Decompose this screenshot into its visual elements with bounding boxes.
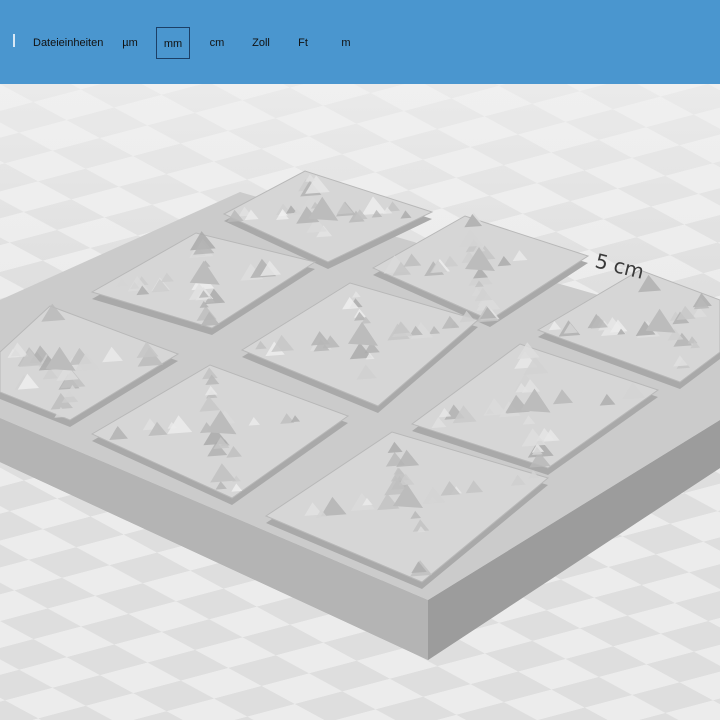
toolbar-edge-marker — [13, 34, 15, 47]
unit-cm-button[interactable]: cm — [208, 34, 226, 52]
toolbar: Dateieinheiten µm mm cm Zoll Ft m — [0, 0, 720, 84]
unit-ft-button[interactable]: Ft — [296, 34, 310, 52]
3d-viewport[interactable]: 5 cm — [0, 84, 720, 720]
unit-m-button[interactable]: m — [340, 34, 352, 52]
unit-um-button[interactable]: µm — [121, 34, 139, 52]
file-units-label: Dateieinheiten — [33, 37, 104, 49]
unit-mm-button[interactable]: mm — [156, 27, 190, 59]
unit-zoll-button[interactable]: Zoll — [250, 34, 272, 52]
